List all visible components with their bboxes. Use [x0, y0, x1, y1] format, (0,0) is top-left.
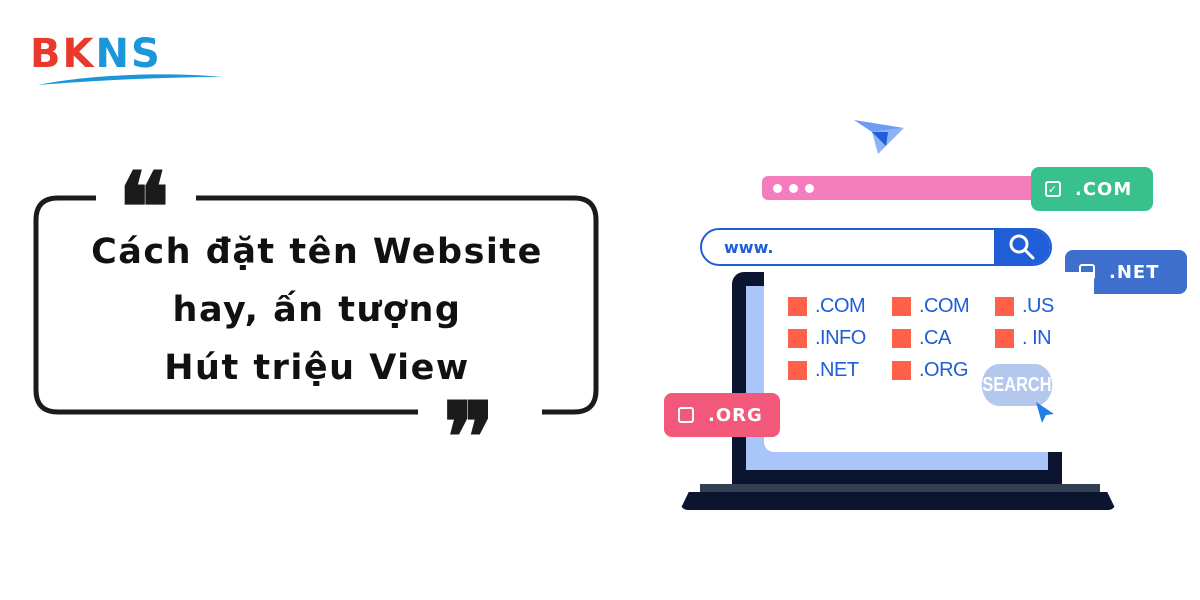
- domain-item[interactable]: .US: [995, 295, 1054, 318]
- search-button[interactable]: [994, 230, 1050, 264]
- square-icon: [892, 361, 911, 380]
- headline: Cách đặt tên Website hay, ấn tượng Hút t…: [52, 223, 582, 397]
- checkbox-checked-icon: ✓: [1045, 181, 1061, 197]
- square-icon: [892, 329, 911, 348]
- headline-line-2: hay, ấn tượng: [172, 290, 462, 330]
- square-icon: [788, 329, 807, 348]
- square-icon: [995, 297, 1014, 316]
- square-icon: [788, 297, 807, 316]
- domain-item[interactable]: .NET: [788, 359, 859, 382]
- domain-item[interactable]: .COM: [788, 295, 866, 318]
- headline-line-1: Cách đặt tên Website: [91, 232, 543, 272]
- url-search-bar[interactable]: www.: [700, 228, 1052, 266]
- window-dot: [805, 184, 814, 193]
- laptop-base: [680, 492, 1116, 510]
- browser-bar: [762, 176, 1052, 200]
- domain-item[interactable]: .CA: [892, 327, 951, 350]
- headline-line-3: Hút triệu View: [164, 348, 470, 388]
- domain-item[interactable]: . IN: [995, 327, 1052, 350]
- square-icon: [788, 361, 807, 380]
- paper-plane-icon: [854, 120, 904, 154]
- window-dot: [789, 184, 798, 193]
- domain-item[interactable]: .INFO: [788, 327, 866, 350]
- domain-item[interactable]: .ORG: [892, 359, 969, 382]
- domain-tag-org[interactable]: .ORG: [664, 393, 780, 437]
- square-icon: [995, 329, 1014, 348]
- cursor-icon: [1036, 402, 1054, 423]
- close-quote-icon: ❞: [443, 381, 495, 494]
- window-dot: [773, 184, 782, 193]
- domain-tag-com[interactable]: ✓ .COM: [1031, 167, 1153, 211]
- checkbox-icon: [678, 407, 694, 423]
- search-icon: [1009, 234, 1035, 260]
- url-input-text[interactable]: www.: [724, 238, 773, 257]
- domain-item[interactable]: .COM: [892, 295, 970, 318]
- square-icon: [892, 297, 911, 316]
